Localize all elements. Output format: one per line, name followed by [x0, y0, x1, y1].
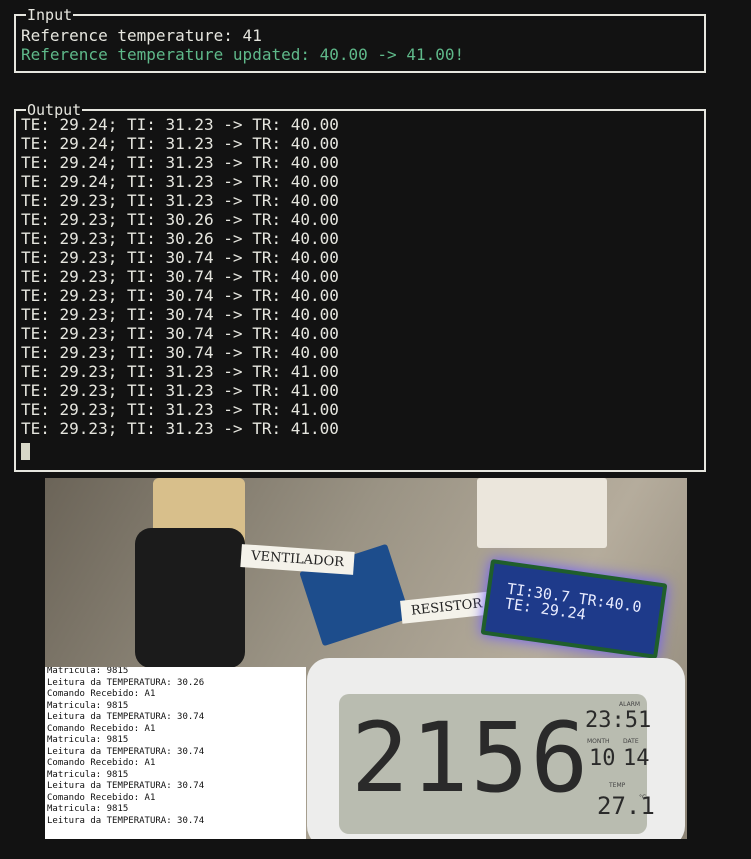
- serial-line: Leitura da TEMPERATURA: 30.74: [47, 815, 205, 826]
- serial-line: Leitura da TEMPERATURA: 30.74: [47, 781, 205, 791]
- output-line: TE: 29.23; TI: 30.74 -> TR: 40.00: [21, 248, 339, 267]
- serial-line: Matricula: 9815: [47, 804, 129, 814]
- clock-month-label: MONTH: [587, 738, 610, 745]
- output-line: TE: 29.23; TI: 30.74 -> TR: 40.00: [21, 324, 339, 343]
- lcd-display: TI:30.7 TR:40.0 TE: 29.24: [480, 558, 668, 660]
- serial-line: Comando Recebido: A1: [47, 689, 156, 699]
- serial-line: Matricula: 9815: [47, 769, 129, 780]
- hardware-photo: VENTILADOR RESISTOR TI:30.7 TR:40.0 TE: …: [45, 478, 687, 839]
- output-line: TE: 29.23; TI: 30.26 -> TR: 40.00: [21, 229, 339, 248]
- input-panel-title: Input: [26, 6, 74, 24]
- heater-device: [135, 528, 245, 668]
- output-line: TE: 29.24; TI: 31.23 -> TR: 40.00: [21, 153, 339, 172]
- input-panel[interactable]: Input Reference temperature: 41 Referenc…: [14, 6, 706, 73]
- fan-label-text: VENTILADOR: [250, 548, 345, 571]
- output-line: TE: 29.23; TI: 30.74 -> TR: 40.00: [21, 267, 339, 286]
- output-line: TE: 29.23; TI: 30.74 -> TR: 40.00: [21, 286, 339, 305]
- serial-monitor: Matricula: 9815 Leitura da TEMPERATURA: 3…: [45, 667, 306, 839]
- serial-line: Matricula: 9815: [47, 667, 129, 676]
- output-line: TE: 29.23; TI: 30.74 -> TR: 40.00: [21, 343, 339, 362]
- output-line: TE: 29.23; TI: 31.23 -> TR: 40.00: [21, 191, 339, 210]
- terminal-cursor: [21, 443, 30, 460]
- clock-date: 14: [623, 746, 650, 771]
- fan-label: VENTILADOR: [240, 544, 355, 575]
- output-line: TE: 29.24; TI: 31.23 -> TR: 40.00: [21, 172, 339, 191]
- serial-line: Comando Recebido: A1: [47, 723, 156, 734]
- clock-temp-label: TEMP: [609, 782, 626, 789]
- resistor-label: RESISTOR: [400, 591, 494, 624]
- input-command-line: Reference temperature: 41: [21, 26, 262, 45]
- clock-date-label: DATE: [623, 738, 639, 745]
- serial-line: Comando Recebido: A1: [47, 758, 156, 768]
- serial-line: Matricula: 9815: [47, 700, 129, 711]
- output-line: TE: 29.23; TI: 31.23 -> TR: 41.00: [21, 400, 339, 419]
- output-line: TE: 29.23; TI: 31.23 -> TR: 41.00: [21, 381, 339, 400]
- clock-month: 10: [589, 746, 616, 771]
- serial-line: Comando Recebido: A1: [47, 792, 156, 803]
- output-line: TE: 29.23; TI: 31.23 -> TR: 41.00: [21, 419, 339, 438]
- output-line: TE: 29.23; TI: 30.74 -> TR: 40.00: [21, 305, 339, 324]
- output-line: TE: 29.24; TI: 31.23 -> TR: 40.00: [21, 115, 339, 134]
- serial-line: Leitura da TEMPERATURA: 30.74: [47, 746, 205, 757]
- clock-temp-unit: °C: [639, 794, 647, 801]
- output-line: TE: 29.23; TI: 30.26 -> TR: 40.00: [21, 210, 339, 229]
- input-confirmation-line: Reference temperature updated: 40.00 -> …: [21, 45, 465, 64]
- clock-small-time: 23:51: [585, 708, 652, 733]
- alarm-clock: 2156 ALARM 23:51 MONTH DATE 10 14 TEMP 2…: [307, 658, 685, 839]
- serial-line: Leitura da TEMPERATURA: 30.26: [47, 677, 205, 688]
- clock-screen: 2156 ALARM 23:51 MONTH DATE 10 14 TEMP 2…: [339, 694, 655, 834]
- resistor-label-text: RESISTOR: [410, 596, 483, 619]
- output-line: TE: 29.23; TI: 31.23 -> TR: 41.00: [21, 362, 339, 381]
- serial-line: Matricula: 9815: [47, 735, 129, 745]
- clock-alarm-label: ALARM: [619, 701, 641, 708]
- clock-main-time: 2156: [351, 702, 591, 814]
- breadboard: [477, 478, 607, 548]
- output-panel[interactable]: Output TE: 29.24; TI: 31.23 -> TR: 40.00…: [14, 101, 706, 472]
- serial-line: Leitura da TEMPERATURA: 30.74: [47, 712, 205, 722]
- output-line: TE: 29.24; TI: 31.23 -> TR: 40.00: [21, 134, 339, 153]
